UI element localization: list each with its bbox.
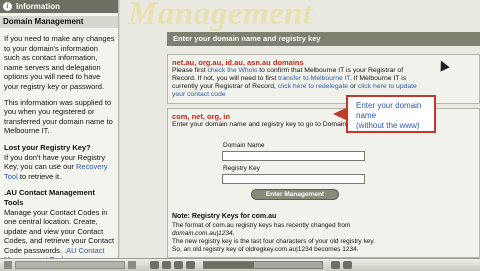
horizontal-scrollbar[interactable] xyxy=(15,261,125,269)
lost-key-text: If you don't have your Registry Key, you… xyxy=(4,153,115,182)
redelegate-link[interactable]: click here to redelegate xyxy=(278,83,348,90)
info-sidebar: i Information Domain Management If you n… xyxy=(0,0,119,258)
enter-management-button[interactable]: Enter Management xyxy=(251,189,339,200)
lost-key-tail: to retrieve it. xyxy=(19,171,62,181)
check-whois-link[interactable]: check the Whois xyxy=(208,67,258,74)
info-label: Information xyxy=(16,2,60,11)
au-text: Please first xyxy=(172,67,206,74)
note-title: Note: Registry Keys for com.au xyxy=(172,213,277,220)
video-player-bar xyxy=(0,258,480,271)
pause-icon[interactable] xyxy=(174,261,183,269)
scroll-right-icon[interactable] xyxy=(128,261,136,269)
tooltip-line: Enter your domain name xyxy=(356,101,422,120)
transfer-link[interactable]: transfer to Melbourne IT xyxy=(278,75,350,82)
domain-name-label: Domain Name xyxy=(223,142,265,149)
form-header: Enter your domain name and registry key xyxy=(167,32,480,46)
au-text: . If Melbourne IT is xyxy=(349,75,407,82)
main-content: Management Enter your domain name and re… xyxy=(120,0,480,258)
domain-name-input[interactable] xyxy=(222,151,365,161)
info-bar: i Information xyxy=(0,0,118,13)
play-icon[interactable] xyxy=(162,261,171,269)
au-text: or xyxy=(349,83,356,90)
au-text: Record. If not, you will need to first xyxy=(172,75,277,82)
note-line: The new registry key is the last four ch… xyxy=(172,238,375,245)
au-text: currently your Registrar of Record, xyxy=(172,83,276,90)
fullscreen-icon[interactable] xyxy=(343,261,352,269)
contact-tools-text: Manage your Contact Codes in one central… xyxy=(4,208,115,259)
sidebar-supplied: This information was supplied to you whe… xyxy=(4,97,113,136)
lost-key-heading: Lost your Registry Key? xyxy=(4,142,91,152)
registry-key-label: Registry Key xyxy=(223,165,260,172)
tooltip-arrow xyxy=(333,108,346,120)
tooltip-line: (without the www) xyxy=(356,121,420,130)
contact-tools-heading: .AU Contact Management Tools xyxy=(4,188,95,207)
sidebar-title: Domain Management xyxy=(0,16,118,28)
note-line: The format of com.au registry keys has r… xyxy=(172,222,351,229)
scroll-left-icon[interactable] xyxy=(4,261,12,269)
page-title: Management xyxy=(128,0,313,32)
rewind-icon[interactable] xyxy=(150,261,159,269)
update-link[interactable]: click here to update xyxy=(358,83,417,90)
domain-hint-tooltip: Enter your domain name (without the www) xyxy=(346,95,436,133)
timeline-progress xyxy=(204,262,254,268)
au-panel-title: net.au, org.au, id.au, asn.au domains xyxy=(172,58,304,67)
au-panel-line2: Record. If not, you will need to first t… xyxy=(172,75,475,83)
note-line: domain.com.au|1234. xyxy=(172,230,235,237)
info-icon: i xyxy=(3,2,12,11)
timeline-slider[interactable] xyxy=(203,261,323,269)
forward-icon[interactable] xyxy=(186,261,195,269)
contact-code-link[interactable]: your contact code xyxy=(172,91,226,98)
sidebar-intro: If you need to make any changes to your … xyxy=(4,34,115,91)
au-text: to confirm that Melbourne IT is your Reg… xyxy=(259,67,404,74)
au-panel-line1: Please first check the Whois to confirm … xyxy=(172,67,475,75)
note-text: The format of com.au registry keys has r… xyxy=(172,222,472,254)
au-panel-line3: currently your Registrar of Record, clic… xyxy=(172,83,475,91)
note-line: So, an old registry key of oldregkey.com… xyxy=(172,246,359,253)
registry-key-input[interactable] xyxy=(222,174,365,184)
volume-icon[interactable] xyxy=(331,261,340,269)
